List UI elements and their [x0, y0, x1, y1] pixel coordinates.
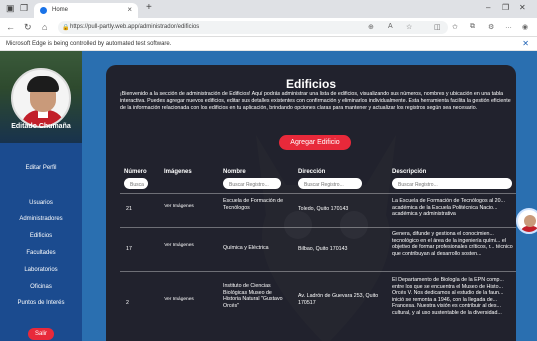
column-header-imagenes: Imágenes [164, 169, 192, 175]
automation-infobar: Microsoft Edge is being controlled by au… [0, 37, 537, 51]
row-descripcion: Genera, difunde y gestiona el conocimien… [392, 231, 513, 257]
tab-close-icon[interactable]: × [127, 5, 132, 14]
automation-message: Microsoft Edge is being controlled by au… [6, 41, 172, 47]
table-divider [120, 271, 516, 272]
url-text: https://pull-partly.web.app/administrado… [70, 24, 200, 30]
logout-button[interactable]: Salir [28, 328, 54, 340]
favorite-star-icon[interactable]: ☆ [406, 23, 412, 31]
browser-tabbar: ▣ ❐ Home × + – ❐ ✕ [0, 0, 537, 18]
tab-title: Home [52, 7, 69, 13]
buildings-panel: Edificios ¡Bienvenido a la sección de ad… [106, 65, 516, 341]
browser-tab[interactable]: Home × [34, 3, 138, 18]
filter-direccion-input[interactable] [298, 178, 362, 189]
table-divider [120, 227, 516, 228]
copilot-icon[interactable]: ◉ [522, 23, 528, 31]
sidebar-item-puntos-de-interes[interactable]: Puntos de Interés [0, 300, 82, 306]
row-nombre: Escuela de Formación de Tecnólogos [223, 198, 284, 211]
menu-icon[interactable]: … [505, 23, 512, 30]
row-direccion: Toledo, Quito 170143 [298, 206, 349, 212]
sidebar: Editado Chumaña Editar Perfil Usuarios A… [0, 51, 82, 341]
sidebar-item-administradores[interactable]: Administradores [0, 216, 82, 222]
main-content: Edificios ¡Bienvenido a la sección de ad… [82, 51, 537, 341]
floating-avatar[interactable] [516, 208, 537, 234]
split-screen-icon[interactable]: ◫ [434, 23, 441, 31]
column-header-nombre: Nombre [223, 169, 246, 175]
view-images-link[interactable]: Ver Imágenes [164, 297, 194, 303]
refresh-icon[interactable]: ↻ [24, 22, 32, 33]
favorites-icon[interactable]: ✩ [452, 23, 458, 31]
column-header-direccion: Dirección [298, 169, 326, 175]
avatar [11, 68, 71, 128]
row-numero: 21 [126, 206, 132, 212]
profile-banner: Editado Chumaña [0, 51, 82, 143]
read-aloud-icon[interactable]: A [388, 23, 393, 30]
infobar-close-icon[interactable]: ✕ [522, 39, 529, 48]
window-close-icon[interactable]: ✕ [519, 3, 526, 12]
row-direccion: Bilbao, Quito 170143 [298, 246, 348, 252]
sidebar-toggle-icon[interactable]: ▣ [6, 3, 15, 14]
restore-icon[interactable]: ❐ [502, 3, 509, 12]
view-images-link[interactable]: Ver Imágenes [164, 204, 194, 210]
column-header-descripcion: Descripción [392, 169, 427, 175]
sidebar-item-usuarios[interactable]: Usuarios [0, 200, 82, 206]
user-name: Editado Chumaña [11, 123, 71, 130]
address-bar-row: ← ↻ ⌂ 🔒 https://pull-partly.web.app/admi… [0, 18, 537, 37]
sidebar-item-facultades[interactable]: Facultades [0, 250, 82, 256]
view-images-link[interactable]: Ver Imágenes [164, 243, 194, 249]
intro-text: ¡Bienvenido a la sección de administraci… [120, 91, 511, 111]
tab-favicon-icon [40, 7, 47, 14]
row-nombre: Química y Eléctrica [223, 245, 269, 251]
column-header-numero: Número [124, 169, 147, 175]
tab-actions-icon[interactable]: ❐ [20, 3, 28, 14]
row-direccion: Av. Ladrón de Guevara 253, Quito 170517 [298, 293, 379, 306]
new-tab-icon[interactable]: + [146, 2, 152, 13]
sidebar-item-edificios[interactable]: Edificios [0, 233, 82, 239]
row-descripcion: El Departamento de Biología de la EPN co… [392, 277, 504, 316]
page-title: Edificios [285, 77, 336, 91]
row-numero: 17 [126, 246, 132, 252]
filter-descripcion-input[interactable] [392, 178, 512, 189]
home-icon[interactable]: ⌂ [42, 22, 47, 32]
sidebar-item-oficinas[interactable]: Oficinas [0, 284, 82, 290]
sidebar-item-laboratorios[interactable]: Laboratorios [0, 267, 82, 273]
table-divider [120, 193, 516, 194]
edit-profile-link[interactable]: Editar Perfil [0, 165, 82, 171]
back-icon[interactable]: ← [6, 22, 15, 32]
filter-numero-input[interactable] [124, 178, 148, 189]
extensions-icon[interactable]: ⚙ [488, 23, 494, 31]
collections-icon[interactable]: ⧉ [470, 23, 475, 31]
add-building-button[interactable]: Agregar Edificio [279, 135, 351, 150]
row-nombre: Instituto de Ciencias Biológicas Museo d… [223, 283, 283, 309]
row-descripcion: La Escuela de Formación de Tecnólogos al… [392, 198, 505, 218]
zoom-icon[interactable]: ⊕ [368, 23, 374, 31]
row-numero: 2 [126, 300, 129, 306]
lock-icon: 🔒 [62, 25, 70, 31]
minimize-icon[interactable]: – [486, 3, 490, 12]
filter-nombre-input[interactable] [223, 178, 281, 189]
